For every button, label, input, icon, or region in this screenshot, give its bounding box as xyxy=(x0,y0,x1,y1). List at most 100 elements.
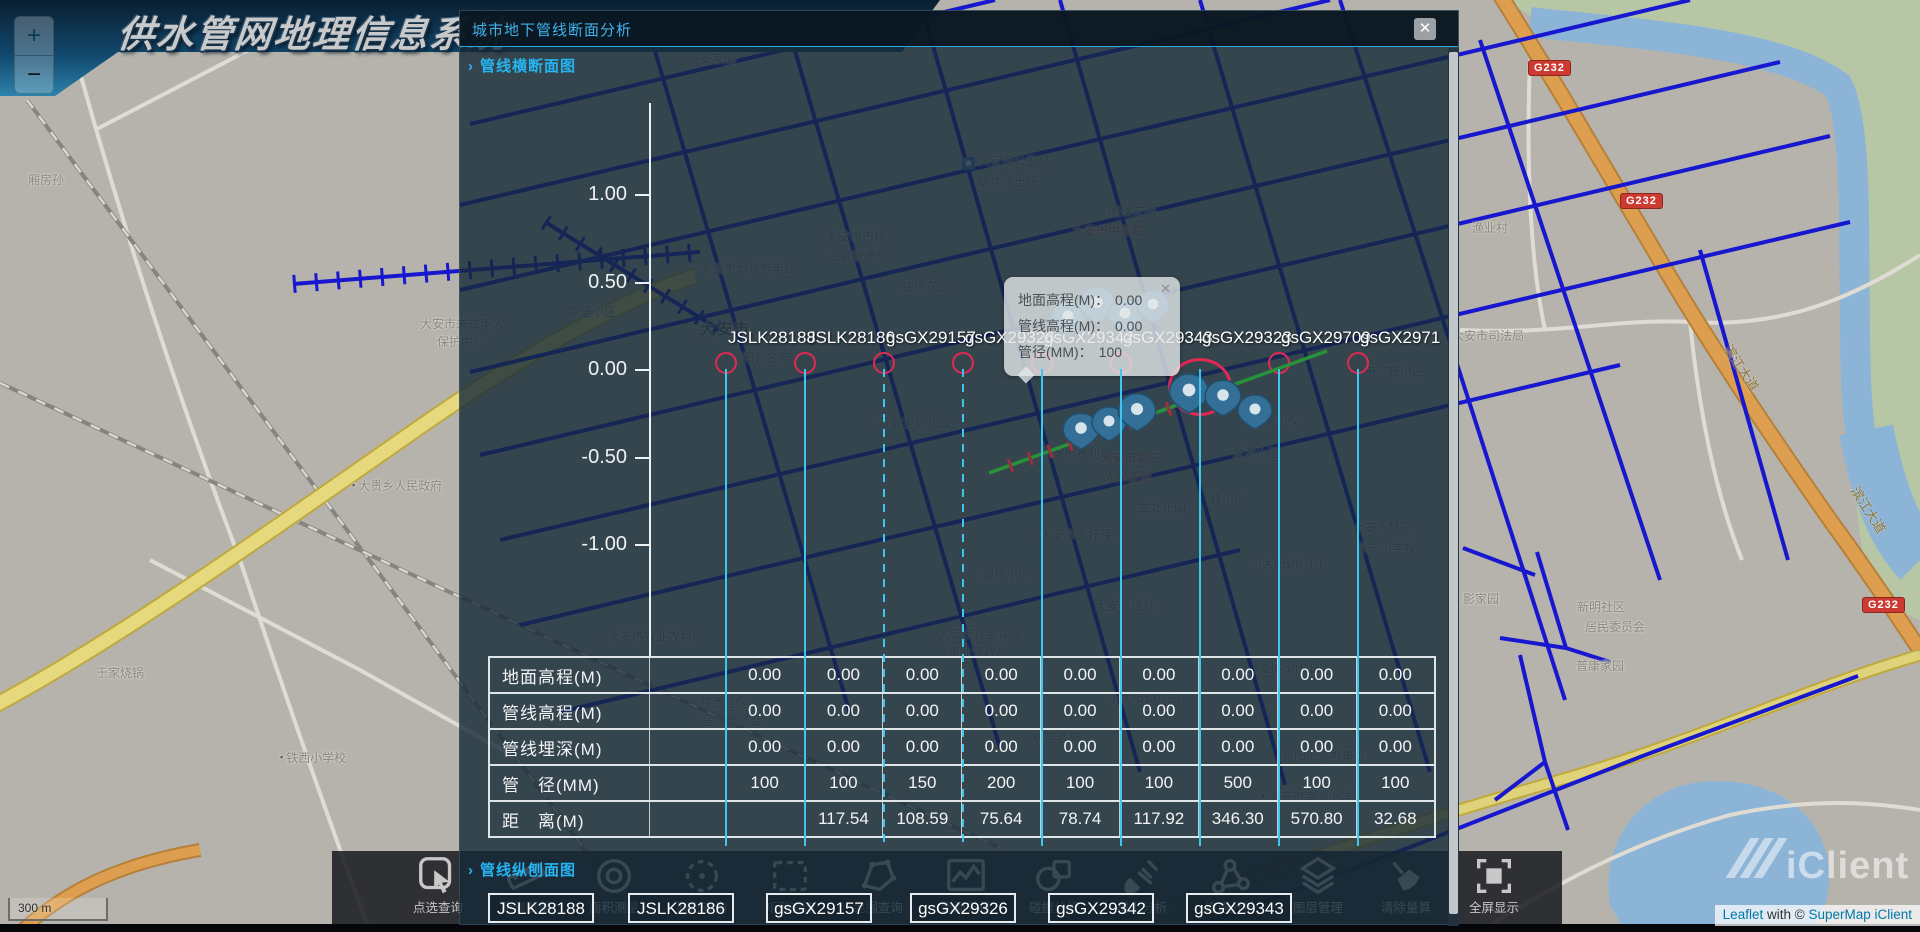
table-cell: 0.00 xyxy=(1277,729,1356,765)
table-cell: 0.00 xyxy=(1356,693,1435,729)
table-cell xyxy=(650,801,726,837)
table-cell: 78.74 xyxy=(1041,801,1120,837)
table-cell: 0.00 xyxy=(962,729,1041,765)
table-cell: 500 xyxy=(1198,765,1277,801)
cross-section-chart: 1.000.500.00-0.50-1.00 JSLK28188JSLK2818… xyxy=(460,11,1448,926)
table-cell: 0.00 xyxy=(725,693,804,729)
zoom-out-button[interactable]: − xyxy=(15,56,53,95)
station-line-JSLK28188 xyxy=(725,369,727,846)
table-cell xyxy=(650,765,726,801)
table-cell: 0.00 xyxy=(1198,693,1277,729)
table-cell: 0.00 xyxy=(962,693,1041,729)
station-line-gsGX29343 xyxy=(1120,369,1122,846)
table-cell: 0.00 xyxy=(1041,693,1120,729)
app-stage: 厢房孙于家烧锅▪铁西小学校▪大贵乡人民政府大安市未成年人保护中心平安家园★大安市… xyxy=(0,0,1920,932)
table-cell: 100 xyxy=(804,765,883,801)
table-cell: 0.00 xyxy=(725,657,804,693)
table-cell: 150 xyxy=(883,765,962,801)
table-cell: 346.30 xyxy=(1198,801,1277,837)
station-tooltip: ✕ 地面高程(M)：0.00 管线高程(M)： 0.00 管径(MM)： 100 xyxy=(1004,277,1180,376)
map-pin-icon[interactable] xyxy=(1205,380,1241,416)
station-line-gsGX29342 xyxy=(1041,369,1043,846)
tooltip-row-value: 100 xyxy=(1099,344,1122,360)
attribution-middle: with © xyxy=(1763,907,1808,922)
watermark-text: iClient xyxy=(1786,845,1909,887)
table-row-label: 管 径(MM) xyxy=(489,765,650,801)
table-cell: 0.00 xyxy=(804,657,883,693)
table-cell: 0.00 xyxy=(1198,657,1277,693)
table-cell: 0.00 xyxy=(962,657,1041,693)
zoom-in-button[interactable]: + xyxy=(15,17,53,56)
table-row-label: 管线埋深(M) xyxy=(489,729,650,765)
profile-button-gsGX29342[interactable]: gsGX29342 xyxy=(1048,893,1154,923)
table-cell: 117.92 xyxy=(1119,801,1198,837)
table-cell: 0.00 xyxy=(883,657,962,693)
table-cell: 108.59 xyxy=(883,801,962,837)
map-scale-bar: 300 m xyxy=(8,898,108,921)
table-cell: 0.00 xyxy=(1119,729,1198,765)
tooltip-close-icon[interactable]: ✕ xyxy=(1160,281,1171,297)
toolbar-item-label: 全屏显示 xyxy=(1452,897,1536,916)
table-cell: 0.00 xyxy=(883,693,962,729)
table-cell xyxy=(650,693,726,729)
table-cell: 200 xyxy=(962,765,1041,801)
station-line-gsGX2971 xyxy=(1357,369,1359,846)
table-row-label: 地面高程(M) xyxy=(489,657,650,693)
table-row-label: 管线高程(M) xyxy=(489,693,650,729)
profile-button-gsGX29343[interactable]: gsGX29343 xyxy=(1186,893,1292,923)
tooltip-row-value: 0.00 xyxy=(1115,318,1142,334)
table-cell: 0.00 xyxy=(1277,657,1356,693)
iclient-logo-icon xyxy=(1738,838,1780,888)
profile-button-gsGX29326[interactable]: gsGX29326 xyxy=(910,893,1016,923)
cursor-box-icon xyxy=(415,853,461,899)
table-cell: 570.80 xyxy=(1277,801,1356,837)
app-title: 供水管网地理信息系统 xyxy=(115,4,511,58)
profile-section-heading: › 管线纵刨面图 xyxy=(468,859,576,880)
table-cell: 117.54 xyxy=(804,801,883,837)
table-cell: 100 xyxy=(1041,765,1120,801)
supermap-link[interactable]: SuperMap iClient xyxy=(1808,907,1912,922)
table-cell: 0.00 xyxy=(1356,729,1435,765)
station-line-gsGX29323 xyxy=(1199,369,1201,846)
map-pin-icon[interactable] xyxy=(1238,395,1272,429)
table-cell: 0.00 xyxy=(1119,657,1198,693)
station-line-gsGX29709 xyxy=(1278,369,1280,846)
table-cell: 0.00 xyxy=(1041,729,1120,765)
toolbar-item-全屏显示[interactable]: 全屏显示 xyxy=(1452,853,1536,923)
profile-button-gsGX29157[interactable]: gsGX29157 xyxy=(766,893,872,923)
leaflet-link[interactable]: Leaflet xyxy=(1723,907,1764,922)
station-line-gsGX29157 xyxy=(883,369,885,846)
chevron-right-icon: › xyxy=(468,862,474,879)
table-cell: 100 xyxy=(1119,765,1198,801)
table-cell xyxy=(650,729,726,765)
section-analysis-dialog: 城市地下管线断面分析 ✕ ›管线横断面图 1.000.500.00-0.50-1… xyxy=(459,10,1459,925)
table-cell: 0.00 xyxy=(883,729,962,765)
map-attribution: Leaflet with © SuperMap iClient xyxy=(1715,905,1920,926)
profile-button-JSLK28186[interactable]: JSLK28186 xyxy=(628,893,734,923)
table-cell xyxy=(725,801,804,837)
table-cell: 100 xyxy=(1277,765,1356,801)
table-cell: 0.00 xyxy=(1277,693,1356,729)
table-cell: 75.64 xyxy=(962,801,1041,837)
profile-button-JSLK28188[interactable]: JSLK28188 xyxy=(488,893,594,923)
table-cell xyxy=(650,657,726,693)
tooltip-row: 管径(MM)： 100 xyxy=(1018,339,1170,365)
table-cell: 0.00 xyxy=(1198,729,1277,765)
table-cell: 0.00 xyxy=(804,729,883,765)
tooltip-rows: 地面高程(M)：0.00 管线高程(M)： 0.00 管径(MM)： 100 xyxy=(1018,287,1170,365)
dialog-scrollbar-thumb[interactable] xyxy=(1449,52,1458,914)
table-cell: 100 xyxy=(725,765,804,801)
table-cell: 32.68 xyxy=(1356,801,1435,837)
tooltip-row: 地面高程(M)：0.00 xyxy=(1018,287,1170,313)
table-cell: 0.00 xyxy=(725,729,804,765)
tooltip-row-label: 管线高程(M)： xyxy=(1018,318,1109,334)
tooltip-row: 管线高程(M)： 0.00 xyxy=(1018,313,1170,339)
dialog-scrollbar[interactable] xyxy=(1448,48,1459,926)
table-cell: 0.00 xyxy=(1356,657,1435,693)
table-cell: 0.00 xyxy=(1041,657,1120,693)
station-line-JSLK28186 xyxy=(804,369,806,846)
fullscreen-icon xyxy=(1471,853,1517,899)
profile-section-title: 管线纵刨面图 xyxy=(480,862,576,879)
tooltip-row-label: 管径(MM)： xyxy=(1018,344,1093,360)
iclient-watermark: iClient xyxy=(1738,838,1909,888)
